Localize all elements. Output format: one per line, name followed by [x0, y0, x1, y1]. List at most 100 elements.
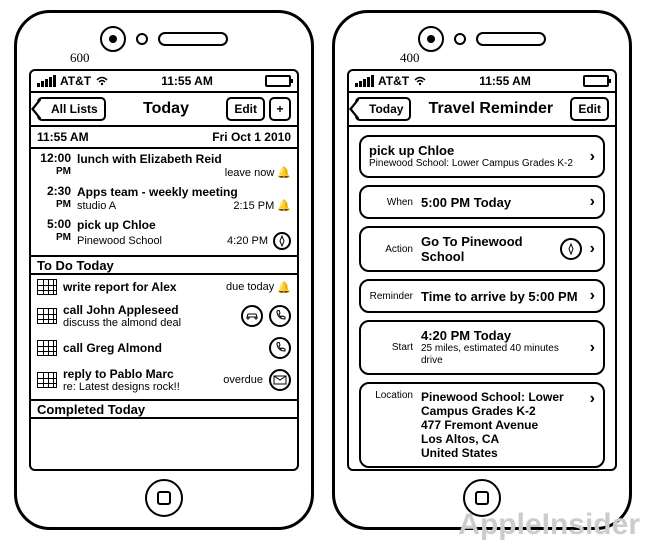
calendar-grid-icon	[37, 279, 57, 295]
phone-icon	[269, 305, 291, 327]
card-start[interactable]: Start 4:20 PM Today 25 miles, estimated …	[359, 320, 605, 375]
screen-title: Today	[143, 100, 189, 118]
front-camera-icon	[100, 26, 126, 52]
card-action[interactable]: Action Go To Pinewood School ›	[359, 226, 605, 272]
bell-icon: 🔔	[277, 166, 291, 179]
event-ampm: PM	[37, 166, 71, 178]
bell-icon: 🔔	[277, 199, 291, 212]
todo-title: reply to Pablo Marc	[63, 367, 217, 381]
event-ampm: PM	[37, 199, 71, 211]
nav-bar: Today Travel Reminder Edit	[349, 93, 615, 127]
phone-right: AT&T 11:55 AM Today Travel Reminder Edit…	[332, 10, 632, 530]
event-title: lunch with Elizabeth Reid	[77, 152, 291, 166]
todo-status: due today	[226, 281, 274, 293]
add-button-label: +	[276, 102, 283, 116]
subhead-date: Fri Oct 1 2010	[212, 130, 291, 144]
todo-sub: re: Latest designs rock!!	[63, 381, 217, 393]
bell-icon: 🔔	[277, 281, 291, 294]
calendar-grid-icon	[37, 372, 57, 388]
compass-icon	[560, 238, 582, 260]
card-value: Time to arrive by 5:00 PM	[421, 289, 582, 304]
carrier-label: AT&T	[60, 74, 91, 88]
chevron-right-icon: ›	[590, 339, 595, 357]
todo-title: call John Appleseed	[63, 303, 235, 317]
calendar-event[interactable]: 12:00PM lunch with Elizabeth Reid leave …	[31, 149, 297, 182]
sensor-cluster	[335, 13, 629, 65]
add-button[interactable]: +	[269, 97, 291, 121]
event-title: Apps team - weekly meeting	[77, 185, 291, 199]
todo-sub: discuss the almond deal	[63, 317, 235, 329]
edit-button[interactable]: Edit	[226, 97, 265, 121]
card-value: 4:20 PM Today	[421, 328, 582, 343]
card-value-sub: 25 miles, estimated 40 minutes drive	[421, 343, 582, 367]
phone-icon	[269, 337, 291, 359]
todo-title: write report for Alex	[63, 280, 220, 294]
card-event[interactable]: pick up Chloe Pinewood School: Lower Cam…	[359, 135, 605, 178]
date-subheader: 11:55 AM Fri Oct 1 2010	[31, 127, 297, 149]
edit-button-label: Edit	[234, 102, 257, 116]
back-button-label: All Lists	[51, 102, 98, 116]
screen-left: AT&T 11:55 AM All Lists Today Edit + 11:…	[29, 69, 299, 471]
event-ampm: PM	[37, 232, 71, 244]
card-location[interactable]: Location Pinewood School: Lower Campus G…	[359, 382, 605, 468]
calendar-list: 12:00PM lunch with Elizabeth Reid leave …	[31, 149, 297, 419]
status-time: 11:55 AM	[479, 74, 531, 88]
carrier-label: AT&T	[378, 74, 409, 88]
card-value: Go To Pinewood School	[421, 234, 552, 264]
card-label: When	[369, 197, 413, 208]
chevron-right-icon: ›	[590, 240, 595, 258]
event-title: pick up Chloe	[77, 218, 291, 232]
home-button-icon	[475, 491, 489, 505]
card-label: Action	[369, 244, 413, 255]
event-hour: 5:00	[47, 217, 71, 231]
todo-item[interactable]: write report for Alex due today🔔	[31, 275, 297, 299]
event-sub: Pinewood School	[77, 235, 162, 247]
event-subtime: 2:15 PM	[233, 200, 274, 212]
car-icon	[241, 305, 263, 327]
card-label: Location	[369, 390, 413, 401]
card-reminder[interactable]: Reminder Time to arrive by 5:00 PM ›	[359, 279, 605, 313]
figure-annotation-right: 400	[400, 50, 420, 66]
edit-button-label: Edit	[578, 102, 601, 116]
todo-item[interactable]: call Greg Almond	[31, 333, 297, 363]
signal-bars-icon	[355, 75, 374, 87]
edit-button[interactable]: Edit	[570, 97, 609, 121]
todo-section-header: To Do Today	[31, 255, 297, 275]
calendar-event[interactable]: 5:00PM pick up Chloe Pinewood School4:20…	[31, 215, 297, 253]
calendar-grid-icon	[37, 340, 57, 356]
wifi-icon	[95, 76, 109, 86]
front-camera-icon	[418, 26, 444, 52]
todo-title: call Greg Almond	[63, 341, 263, 355]
signal-bars-icon	[37, 75, 56, 87]
card-event-sub: Pinewood School: Lower Campus Grades K-2	[369, 158, 582, 170]
calendar-event[interactable]: 2:30PM Apps team - weekly meeting studio…	[31, 182, 297, 215]
todo-item[interactable]: call John Appleseeddiscuss the almond de…	[31, 299, 297, 333]
chevron-right-icon: ›	[590, 287, 595, 305]
card-when[interactable]: When 5:00 PM Today ›	[359, 185, 605, 219]
figure-annotation-left: 600	[70, 50, 90, 66]
chevron-right-icon: ›	[590, 390, 595, 408]
detail-cards: pick up Chloe Pinewood School: Lower Cam…	[349, 127, 615, 469]
back-button[interactable]: Today	[355, 97, 411, 121]
card-label: Start	[369, 342, 413, 353]
event-sub: studio A	[77, 200, 116, 212]
screen-right: AT&T 11:55 AM Today Travel Reminder Edit…	[347, 69, 617, 471]
mail-icon	[269, 369, 291, 391]
chevron-right-icon: ›	[590, 193, 595, 211]
back-button-label: Today	[369, 102, 403, 116]
compass-icon	[273, 232, 291, 250]
chevron-right-icon: ›	[590, 148, 595, 166]
status-bar: AT&T 11:55 AM	[349, 71, 615, 93]
screen-title: Travel Reminder	[429, 100, 554, 118]
home-button[interactable]	[145, 479, 183, 517]
back-button[interactable]: All Lists	[37, 97, 106, 121]
proximity-sensor-icon	[136, 33, 148, 45]
card-value: 5:00 PM Today	[421, 195, 582, 210]
phone-left: AT&T 11:55 AM All Lists Today Edit + 11:…	[14, 10, 314, 530]
todo-item[interactable]: reply to Pablo Marcre: Latest designs ro…	[31, 363, 297, 397]
wifi-icon	[413, 76, 427, 86]
todo-status: overdue	[223, 374, 263, 386]
status-bar: AT&T 11:55 AM	[31, 71, 297, 93]
watermark: AppleInsider	[458, 508, 640, 542]
card-value: Pinewood School: Lower Campus Grades K-2…	[421, 390, 582, 460]
